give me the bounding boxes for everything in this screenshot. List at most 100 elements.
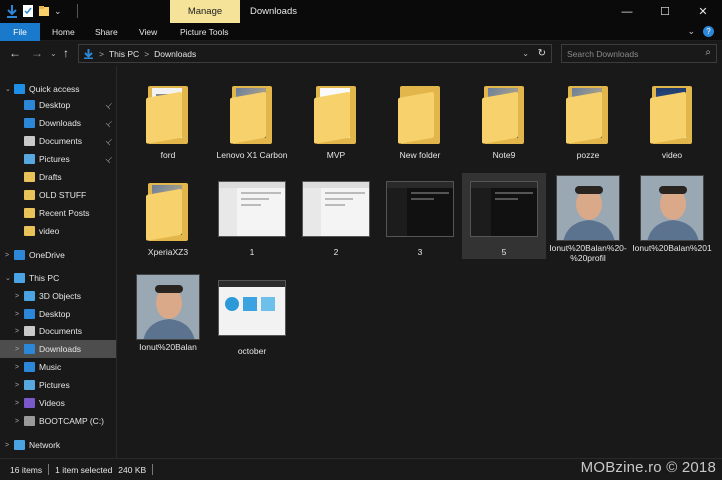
search-icon: ⌕ <box>705 47 711 58</box>
sidebar-item-label: Pictures <box>39 154 70 164</box>
folder-item[interactable]: video <box>630 76 714 162</box>
tab-picture-tools[interactable]: Picture Tools <box>180 23 229 41</box>
item-count: 16 items <box>10 464 43 475</box>
breadcrumb-downloads[interactable]: Downloads <box>154 49 196 59</box>
expand-chevron-icon[interactable]: > <box>5 252 9 259</box>
tab-share[interactable]: Share <box>95 23 118 41</box>
file-item[interactable]: 3 <box>378 173 462 259</box>
expand-chevron-icon[interactable]: > <box>15 311 19 318</box>
sidebar-item-documents[interactable]: Documents ⊥ <box>0 132 116 150</box>
tab-view[interactable]: View <box>139 23 157 41</box>
forward-button[interactable]: → <box>31 46 43 60</box>
sidebar-item-videos[interactable]: > Videos <box>0 394 116 412</box>
back-button[interactable]: ← <box>9 46 21 60</box>
sidebar-item-pictures[interactable]: Pictures ⊥ <box>0 150 116 168</box>
sidebar-item-downloads[interactable]: Downloads ⊥ <box>0 114 116 132</box>
download-icon <box>24 118 35 128</box>
file-item[interactable]: october <box>210 272 294 358</box>
sidebar-item-3d-objects[interactable]: >3D Objects <box>0 287 116 305</box>
expand-chevron-icon[interactable]: > <box>15 400 19 407</box>
tab-home[interactable]: Home <box>52 23 75 41</box>
window-controls: — ☐ ✕ <box>608 0 722 23</box>
pin-icon: ⊥ <box>103 135 116 147</box>
expand-chevron-icon[interactable]: > <box>15 418 19 425</box>
sidebar-item-pictures[interactable]: > Pictures <box>0 376 116 394</box>
folder-item[interactable]: XperiaXZ3 <box>126 173 210 259</box>
sidebar-item-music[interactable]: > Music <box>0 358 116 376</box>
maximize-button[interactable]: ☐ <box>646 0 684 23</box>
sidebar-item-bootcamp-c[interactable]: > BOOTCAMP (C:) <box>0 412 116 430</box>
sidebar-item-desktop[interactable]: Desktop ⊥ <box>0 96 116 114</box>
expand-chevron-icon[interactable]: > <box>15 346 19 353</box>
file-item[interactable]: Ionut%20Balan <box>126 272 210 358</box>
sidebar-item-this-pc[interactable]: ⌄ This PC <box>0 269 116 287</box>
folder-icon: PDF <box>314 84 358 144</box>
tab-file[interactable]: File <box>0 23 40 41</box>
folder-item[interactable]: Lenovo X1 Carbon <box>210 76 294 162</box>
recent-locations-button[interactable]: ⌄ <box>50 49 57 58</box>
sidebar-item-drafts[interactable]: Drafts <box>0 168 116 186</box>
document-icon <box>24 136 35 146</box>
breadcrumb-separator: > <box>144 48 150 59</box>
address-bar[interactable]: > This PC > Downloads ⌄ ↻ <box>78 44 552 63</box>
address-history-chevron-icon[interactable]: ⌄ <box>522 45 529 62</box>
breadcrumb-this-pc[interactable]: This PC <box>109 49 139 59</box>
expand-chevron-icon[interactable]: > <box>15 328 19 335</box>
help-icon[interactable]: ? <box>703 26 714 37</box>
expand-ribbon-icon[interactable]: ⌄ <box>687 26 695 37</box>
sidebar-item-onedrive[interactable]: > OneDrive <box>0 246 116 264</box>
up-button[interactable]: ↑ <box>63 46 69 60</box>
customize-toolbar-icon[interactable]: ⌄ <box>54 6 62 17</box>
file-name: New folder <box>399 150 441 160</box>
selection-info: 1 item selected <box>55 464 113 475</box>
drive-icon <box>24 416 35 426</box>
file-item[interactable]: 5 <box>462 173 546 259</box>
sidebar-item-network[interactable]: > Network <box>0 436 116 454</box>
sidebar-item-documents[interactable]: > Documents <box>0 322 116 340</box>
expand-chevron-icon[interactable]: ⌄ <box>5 85 11 93</box>
refresh-icon[interactable]: ↻ <box>538 45 546 62</box>
expand-chevron-icon[interactable]: > <box>15 364 19 371</box>
file-name: Ionut%20Balan <box>139 342 197 352</box>
photo-thumbnail <box>556 175 620 241</box>
search-placeholder: Search Downloads <box>567 48 639 59</box>
file-name: pozze <box>576 150 600 160</box>
folder-item[interactable]: ford <box>126 76 210 162</box>
vertical-scrollbar[interactable] <box>715 70 722 458</box>
sidebar-item-desktop[interactable]: > Desktop <box>0 305 116 323</box>
close-button[interactable]: ✕ <box>684 0 722 23</box>
new-folder-icon[interactable] <box>38 4 50 18</box>
file-item[interactable]: 2 <box>294 173 378 259</box>
file-item[interactable]: Ionut%20Balan%201 <box>630 173 714 259</box>
sidebar-item-old-stuff[interactable]: OLD STUFF <box>0 186 116 204</box>
download-arrow-icon[interactable] <box>6 4 18 18</box>
pin-icon: ⊥ <box>103 117 116 129</box>
sidebar-item-label: Network <box>29 440 61 450</box>
pin-icon: ⊥ <box>103 99 116 111</box>
selection-size: 240 KB <box>118 464 147 475</box>
search-input[interactable]: Search Downloads ⌕ <box>561 44 717 63</box>
window-title: Downloads <box>250 6 297 17</box>
sidebar-item-video[interactable]: video <box>0 222 116 240</box>
sidebar-item-downloads[interactable]: > Downloads <box>0 340 116 358</box>
file-item[interactable]: Ionut%20Balan%20-%20profil <box>546 173 630 263</box>
minimize-button[interactable]: — <box>608 0 646 23</box>
file-item[interactable]: 1 <box>210 173 294 259</box>
expand-chevron-icon[interactable]: > <box>15 293 19 300</box>
expand-chevron-icon[interactable]: > <box>15 382 19 389</box>
folder-item[interactable]: pozze <box>546 76 630 162</box>
properties-icon[interactable] <box>22 4 34 18</box>
pane-divider[interactable] <box>116 66 117 458</box>
pictures-icon <box>24 154 35 164</box>
expand-chevron-icon[interactable]: > <box>5 442 9 449</box>
expand-chevron-icon[interactable]: ⌄ <box>5 274 11 282</box>
file-name: Note9 <box>492 150 516 160</box>
folder-item[interactable]: Note9 <box>462 76 546 162</box>
sidebar-item-recent-posts[interactable]: Recent Posts <box>0 204 116 222</box>
screenshot-thumbnail <box>470 181 538 237</box>
manage-tab[interactable]: Manage <box>170 0 240 23</box>
folder-item[interactable]: New folder <box>378 76 462 162</box>
sidebar-item-label: This PC <box>29 273 60 283</box>
folder-item[interactable]: PDF MVP <box>294 76 378 162</box>
folder-icon <box>230 84 274 144</box>
